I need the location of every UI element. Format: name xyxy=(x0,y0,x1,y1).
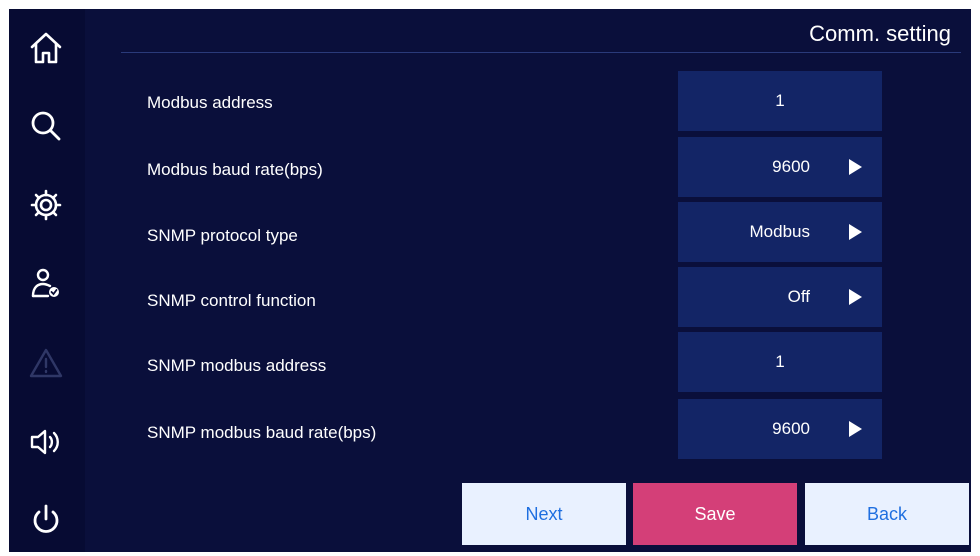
gear-icon xyxy=(28,187,64,228)
page-title: Comm. setting xyxy=(809,21,951,46)
power-button[interactable] xyxy=(19,495,73,549)
snmp-protocol-type-selector[interactable]: Modbus xyxy=(678,202,882,262)
modbus-baud-rate-value: 9600 xyxy=(772,157,810,176)
title-divider xyxy=(121,52,961,53)
device-screen: Comm. setting Modbus address 1 Modbus ba… xyxy=(9,9,971,552)
snmp-protocol-type-value: Modbus xyxy=(749,222,810,241)
user-check-icon xyxy=(28,266,64,307)
snmp-control-function-label: SNMP control function xyxy=(147,291,316,310)
settings-button[interactable] xyxy=(19,180,73,234)
snmp-modbus-baud-rate-value: 9600 xyxy=(772,419,810,438)
modbus-address-value: 1 xyxy=(775,91,785,110)
snmp-protocol-type-label: SNMP protocol type xyxy=(147,226,298,245)
search-button[interactable] xyxy=(19,101,73,155)
snmp-modbus-address-label: SNMP modbus address xyxy=(147,356,327,375)
power-icon xyxy=(28,502,64,543)
snmp-control-function-value: Off xyxy=(787,287,810,306)
snmp-control-function-selector[interactable]: Off xyxy=(678,267,882,327)
snmp-modbus-baud-rate-selector[interactable]: 9600 xyxy=(678,399,882,459)
modbus-baud-rate-selector[interactable]: 9600 xyxy=(678,137,882,197)
snmp-modbus-baud-rate-label: SNMP modbus baud rate(bps) xyxy=(147,423,377,442)
next-button[interactable]: Next xyxy=(462,483,626,545)
warning-icon xyxy=(28,345,64,386)
play-arrow-icon xyxy=(849,421,862,437)
play-arrow-icon xyxy=(849,224,862,240)
modbus-baud-rate-label: Modbus baud rate(bps) xyxy=(147,160,323,179)
back-button[interactable]: Back xyxy=(805,483,969,545)
play-arrow-icon xyxy=(849,159,862,175)
home-icon xyxy=(28,30,64,71)
save-button[interactable]: Save xyxy=(633,483,797,545)
speaker-icon xyxy=(28,424,64,465)
snmp-modbus-address-field[interactable]: 1 xyxy=(678,332,882,392)
sidebar xyxy=(9,9,85,552)
home-button[interactable] xyxy=(19,23,73,77)
modbus-address-label: Modbus address xyxy=(147,93,273,112)
modbus-address-field[interactable]: 1 xyxy=(678,71,882,131)
sound-button[interactable] xyxy=(19,417,73,471)
snmp-modbus-address-value: 1 xyxy=(775,352,785,371)
search-icon xyxy=(28,108,64,149)
alarm-button xyxy=(19,338,73,392)
play-arrow-icon xyxy=(849,289,862,305)
user-button[interactable] xyxy=(19,259,73,313)
